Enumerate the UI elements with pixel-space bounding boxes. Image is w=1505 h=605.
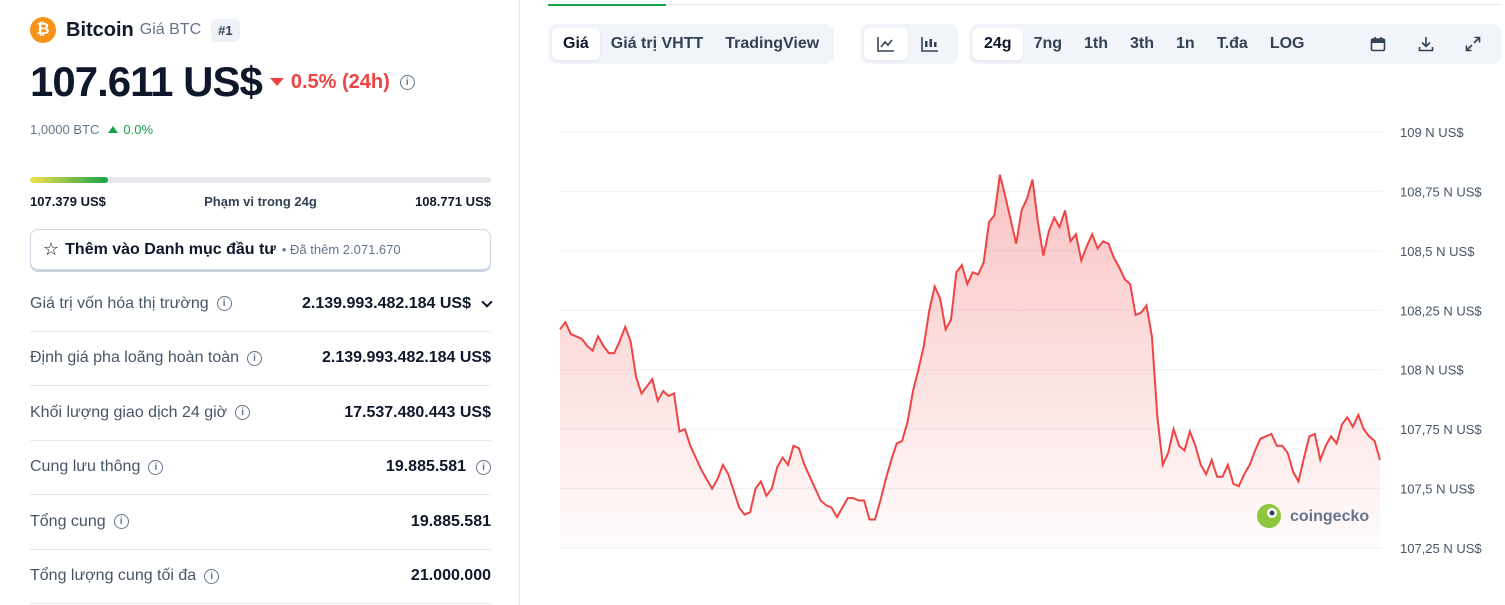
portfolio-added-count: • Đã thêm 2.071.670: [281, 242, 401, 257]
price-change-value: 0.5% (24h): [290, 70, 390, 93]
info-icon[interactable]: i: [113, 514, 129, 530]
tab-price[interactable]: Giá: [552, 28, 600, 60]
info-icon[interactable]: i: [247, 350, 263, 366]
info-icon[interactable]: i: [204, 568, 220, 584]
info-icon[interactable]: i: [399, 74, 415, 90]
tab-range-1m[interactable]: 1th: [1073, 28, 1119, 60]
info-icon[interactable]: i: [148, 459, 164, 475]
stat-value: 19.885.581: [410, 512, 491, 530]
tab-market-cap[interactable]: Giá trị VHTT: [600, 28, 714, 60]
tab-log-scale[interactable]: LOG: [1259, 28, 1316, 60]
star-icon: ☆: [43, 239, 60, 259]
stat-row-circulating-supply: Cung lưu thông i 19.885.581 i: [30, 441, 491, 495]
expand-button[interactable]: [1459, 30, 1487, 58]
calendar-button[interactable]: [1364, 30, 1392, 58]
view-tabs: Giá Giá trị VHTT TradingView: [548, 24, 835, 64]
stat-value: 17.537.480.443 US$: [344, 403, 491, 421]
stat-row-total-supply: Tổng cung i 19.885.581: [30, 495, 491, 550]
bitcoin-logo-icon: ₿: [30, 17, 56, 43]
stat-value: 21.000.000: [410, 567, 491, 585]
coin-name: Bitcoin: [66, 18, 134, 41]
active-section-indicator: [548, 4, 666, 6]
tab-range-3m[interactable]: 3th: [1119, 28, 1165, 60]
y-tick-label: 108,5 N US$: [1400, 244, 1475, 259]
chart-type-tabs: [860, 24, 958, 64]
stat-label: Cung lưu thông: [30, 458, 141, 476]
download-icon: [1418, 37, 1434, 52]
stat-value: 2.139.993.482.184 US$: [321, 349, 491, 367]
range-fill: [30, 177, 109, 183]
rank-badge: #1: [211, 18, 240, 42]
info-icon[interactable]: i: [216, 296, 232, 312]
stat-label: Định giá pha loãng hoàn toàn: [30, 349, 240, 367]
info-icon[interactable]: i: [476, 459, 491, 475]
watermark-text: coingecko: [1290, 508, 1369, 525]
stat-row-market-cap: Giá trị vốn hóa thị trường i 2.139.993.48…: [30, 277, 493, 332]
calendar-icon: [1370, 37, 1386, 52]
tab-range-24h[interactable]: 24g: [973, 28, 1023, 60]
tab-range-7d[interactable]: 7ng: [1023, 28, 1073, 60]
stat-row-fdv: Định giá pha loãng hoàn toàn i 2.139.993.…: [30, 332, 491, 386]
range-bar: [30, 177, 491, 183]
coingecko-watermark: coingecko: [1257, 504, 1369, 528]
add-to-portfolio-button[interactable]: ☆ Thêm vào Danh mục đầu tư • Đã thêm 2.0…: [30, 229, 491, 270]
chart-area: [560, 174, 1380, 549]
range-low: 107.379 US$: [30, 194, 106, 209]
stat-value: 2.139.993.482.184 US$: [301, 294, 471, 312]
y-tick-label: 107,5 N US$: [1400, 482, 1475, 497]
btc-change: 0.0%: [123, 122, 154, 137]
line-chart-button[interactable]: [864, 28, 908, 60]
line-chart-icon: [877, 37, 894, 52]
y-tick-label: 108,25 N US$: [1400, 303, 1482, 318]
y-tick-label: 107,25 N US$: [1400, 541, 1482, 556]
y-tick-label: 109 N US$: [1400, 125, 1464, 140]
btc-price-row: 1,0000 BTC 0.0%: [30, 122, 153, 137]
stat-row-max-supply: Tổng lượng cung tối đa i 21.000.000: [30, 550, 491, 604]
y-tick-label: 108,75 N US$: [1400, 184, 1482, 199]
stat-label: Tổng lượng cung tối đa: [30, 567, 197, 585]
price-chart[interactable]: 109 N US$ 108,75 N US$ 108,5 N US$ 108,25 N…: [520, 100, 1505, 560]
y-tick-label: 107,75 N US$: [1400, 422, 1482, 437]
candlestick-button[interactable]: [908, 28, 952, 60]
tab-tradingview[interactable]: TradingView: [714, 28, 830, 60]
coin-info-panel: ₿ Bitcoin Giá BTC #1 107.611 US$ 0.5% (2…: [0, 0, 520, 605]
caret-down-icon: [269, 78, 284, 86]
price-change: 0.5% (24h): [269, 70, 390, 94]
caret-up-icon: [108, 126, 119, 133]
download-button[interactable]: [1412, 30, 1440, 58]
range-high: 108.771 US$: [415, 194, 491, 209]
y-tick-label: 108 N US$: [1400, 363, 1464, 378]
chart-panel: Giá Giá trị VHTT TradingView 24g 7ng 1th…: [520, 0, 1505, 605]
range-labels: 107.379 US$ Phạm vi trong 24g 108.771 US…: [30, 194, 491, 209]
info-icon[interactable]: i: [235, 405, 251, 421]
stat-label: Khối lượng giao dịch 24 giờ: [30, 403, 228, 421]
candlestick-icon: [921, 37, 938, 52]
tab-range-1y[interactable]: 1n: [1165, 28, 1206, 60]
price-row: 107.611 US$ 0.5% (24h) i: [30, 58, 415, 106]
portfolio-button-label: Thêm vào Danh mục đầu tư: [65, 240, 276, 258]
stat-value: 19.885.581: [385, 458, 466, 476]
divider: [666, 4, 1501, 5]
stat-label: Giá trị vốn hóa thị trường: [30, 294, 209, 312]
stat-label: Tổng cung: [30, 512, 106, 530]
range-label: Phạm vi trong 24g: [204, 194, 317, 209]
coin-header: ₿ Bitcoin Giá BTC #1: [30, 16, 240, 44]
stats-list: Giá trị vốn hóa thị trường i 2.139.993.48…: [30, 277, 493, 604]
tab-range-max[interactable]: T.đa: [1206, 28, 1259, 60]
chevron-down-icon[interactable]: [481, 296, 493, 308]
coin-subtitle: Giá BTC: [139, 21, 202, 38]
btc-value: 1,0000 BTC: [30, 122, 100, 137]
stat-row-volume: Khối lượng giao dịch 24 giờ i 17.537.480.…: [30, 386, 491, 441]
expand-icon: [1465, 36, 1481, 52]
current-price: 107.611 US$: [30, 58, 263, 105]
